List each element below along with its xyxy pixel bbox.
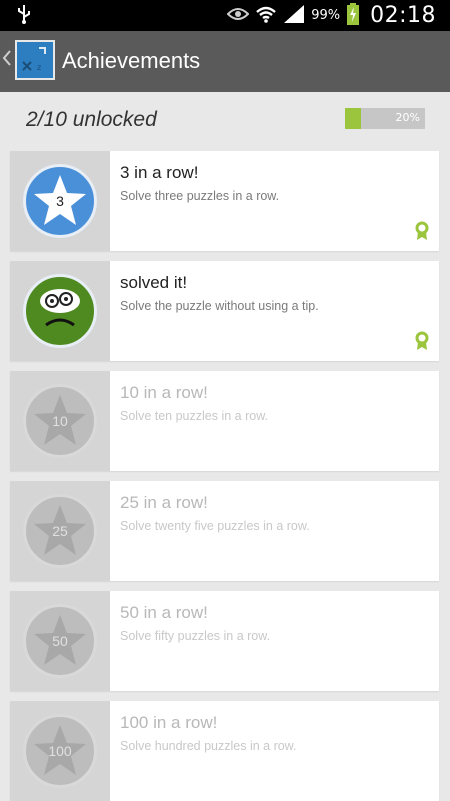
badge-medal	[23, 274, 97, 348]
achievement-description: Solve twenty five puzzles in a row.	[120, 519, 310, 533]
achievement-card-3-in-a-row[interactable]: 3 3 in a row! Solve three puzzles in a r…	[10, 151, 439, 251]
achievement-title: 25 in a row!	[120, 493, 208, 512]
progress-bar: 20%	[345, 108, 425, 129]
battery-percent: 99%	[311, 8, 341, 23]
achievement-description: Solve the puzzle without using a tip.	[120, 299, 319, 313]
badge-medal: 3	[23, 164, 97, 238]
achievement-card-solved-it[interactable]: solved it! Solve the puzzle without usin…	[10, 261, 439, 361]
badge-number: 50	[52, 633, 68, 649]
achievement-card-50-in-a-row[interactable]: 50 50 in a row! Solve fifty puzzles in a…	[10, 591, 439, 691]
badge-cell: 100	[10, 701, 110, 801]
achievement-title: 10 in a row!	[120, 383, 208, 402]
badge-medal: 100	[23, 714, 97, 788]
achievement-title: 3 in a row!	[120, 163, 199, 182]
unlocked-count: 2/10 unlocked	[26, 108, 157, 131]
badge-number: 3	[56, 193, 64, 209]
award-ribbon-icon	[415, 221, 429, 245]
achievement-card-10-in-a-row[interactable]: 10 10 in a row! Solve ten puzzles in a r…	[10, 371, 439, 471]
usb-icon	[16, 4, 32, 28]
action-bar: z Achievements	[0, 31, 450, 92]
badge-cell	[10, 261, 110, 361]
achievement-title: 100 in a row!	[120, 713, 218, 732]
clock: 02:18	[370, 3, 436, 28]
progress-header: 2/10 unlocked 20%	[0, 92, 450, 147]
battery-charging-icon	[346, 2, 360, 29]
badge-cell: 10	[10, 371, 110, 471]
badge-medal: 25	[23, 494, 97, 568]
wifi-icon	[255, 5, 277, 27]
achievement-title: solved it!	[120, 273, 188, 292]
achievement-description: Solve ten puzzles in a row.	[120, 409, 268, 423]
signal-icon	[283, 4, 305, 27]
status-bar: 99% 02:18	[0, 0, 450, 31]
achievement-card-100-in-a-row[interactable]: 100 100 in a row! Solve hundred puzzles …	[10, 701, 439, 801]
achievement-title: 50 in a row!	[120, 603, 208, 622]
badge-medal: 10	[23, 384, 97, 458]
achievement-description: Solve fifty puzzles in a row.	[120, 629, 271, 643]
app-icon[interactable]: z	[15, 40, 55, 80]
progress-percent: 20%	[395, 111, 420, 124]
achievement-card-25-in-a-row[interactable]: 25 25 in a row! Solve twenty five puzzle…	[10, 481, 439, 581]
badge-cell: 3	[10, 151, 110, 251]
achievement-description: Solve three puzzles in a row.	[120, 189, 280, 203]
page-title: Achievements	[62, 48, 201, 73]
achievement-description: Solve hundred puzzles in a row.	[120, 739, 297, 753]
badge-number: 100	[48, 743, 72, 759]
award-ribbon-icon	[415, 331, 429, 355]
back-chevron-icon[interactable]	[2, 49, 12, 71]
badge-cell: 50	[10, 591, 110, 691]
badge-medal: 50	[23, 604, 97, 678]
badge-number: 10	[52, 413, 68, 429]
badge-number	[26, 277, 94, 345]
badge-number: 25	[52, 523, 68, 539]
badge-cell: 25	[10, 481, 110, 581]
svg-text:z: z	[37, 63, 41, 72]
eye-icon	[226, 6, 250, 25]
progress-bar-fill	[345, 108, 361, 129]
